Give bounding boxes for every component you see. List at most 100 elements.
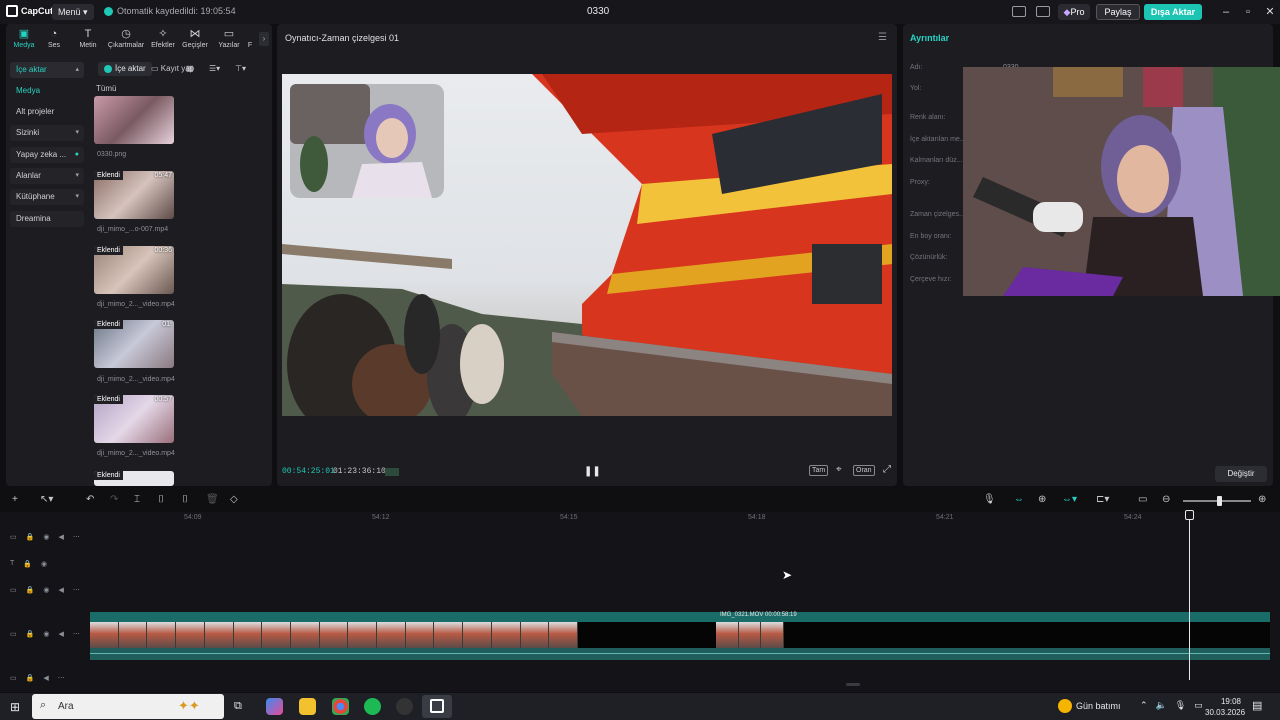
scrollbar[interactable] — [846, 683, 860, 686]
tab-filters[interactable]: F — [244, 28, 256, 50]
black-segment[interactable] — [784, 622, 1270, 648]
chrome-icon[interactable] — [332, 698, 349, 715]
volume-icon[interactable]: ◀ — [58, 630, 63, 638]
layout-icon[interactable] — [1012, 6, 1026, 17]
volume-icon[interactable]: ◀ — [58, 533, 63, 541]
volume-icon[interactable]: ◀ — [43, 674, 48, 682]
volume-icon[interactable]: ◀ — [58, 586, 63, 594]
sidebar-item-subprojects[interactable]: Alt projeler — [10, 104, 84, 120]
eye-icon[interactable]: ◉ — [41, 560, 47, 568]
share-button[interactable]: Paylaş — [1096, 4, 1140, 20]
sidebar-item-media[interactable]: Medya — [10, 83, 84, 99]
delete-icon[interactable]: 🗑 — [206, 494, 219, 505]
maximize-icon[interactable]: ▫ — [1240, 4, 1256, 20]
media-thumbnail[interactable]: Eklendi 01: — [94, 320, 174, 368]
sidebar-item-import[interactable]: İçe aktar ▴ — [10, 62, 84, 78]
media-thumbnail[interactable]: Eklendi 05:47 — [94, 171, 174, 219]
trim-right-icon[interactable]: ⌷ — [182, 494, 188, 505]
playhead-handle[interactable] — [1185, 510, 1194, 520]
copilot-app-icon[interactable] — [266, 698, 283, 715]
microphone-icon[interactable]: 🎙 — [1175, 700, 1186, 711]
video-preview[interactable] — [282, 74, 892, 416]
black-segment[interactable] — [578, 622, 716, 648]
eye-icon[interactable]: ◉ — [43, 586, 49, 594]
filter-icon[interactable]: ⊤▾ — [235, 62, 246, 76]
network-icon[interactable]: ▭ — [1194, 700, 1203, 711]
zoom-slider-handle[interactable] — [1217, 496, 1222, 506]
shortcut-icon[interactable] — [1036, 6, 1050, 17]
menu-lines-icon[interactable]: ☰ — [878, 32, 887, 43]
lock-icon[interactable]: 🔒 — [26, 630, 35, 638]
clock[interactable]: 19:08 30.03.2026 — [1205, 696, 1245, 718]
minimize-icon[interactable]: – — [1218, 4, 1234, 20]
sort-icon[interactable]: ☰▾ — [209, 62, 220, 76]
media-thumbnail[interactable]: Eklendi 00:57 — [94, 395, 174, 443]
media-thumbnail[interactable]: Eklendi 00:36 — [94, 246, 174, 294]
eye-icon[interactable]: ◉ — [43, 533, 49, 541]
screen-icon[interactable]: ▭ — [1138, 494, 1147, 505]
lock-icon[interactable]: 🔒 — [23, 560, 32, 568]
sidebar-item-dreamina[interactable]: Dreamina — [10, 211, 84, 227]
import-button[interactable]: İçe aktar — [98, 62, 152, 76]
timeline[interactable]: 54:09 54:12 54:15 54:18 54:21 54:24 ▭ 🔒 ◉ ◀… — [0, 510, 1280, 692]
media-thumbnail[interactable] — [94, 96, 174, 144]
more-icon[interactable]: ⋯ — [58, 674, 65, 682]
more-icon[interactable]: ⋯ — [73, 533, 80, 541]
sidebar-item-yours[interactable]: Sizinki ▾ — [10, 125, 84, 141]
undo-icon[interactable]: ↶ — [86, 494, 94, 505]
tab-audio[interactable]: ◔ Ses — [38, 28, 70, 50]
grid-view-icon[interactable]: ▦ — [186, 62, 194, 76]
video-clip-header[interactable] — [90, 612, 1270, 622]
more-icon[interactable]: ⋯ — [73, 630, 80, 638]
playhead[interactable] — [1189, 512, 1190, 680]
zoom-out-icon[interactable]: ⊖ — [1162, 494, 1170, 505]
speaker-icon[interactable]: 🔈 — [1156, 700, 1167, 711]
change-button[interactable]: Değiştir — [1215, 466, 1267, 482]
tab-media[interactable]: ▣ Medya — [8, 28, 40, 50]
magnet-icon[interactable]: ⇔▾ — [1062, 494, 1077, 505]
trim-left-icon[interactable]: ⌷ — [158, 494, 164, 505]
select-tool-icon[interactable]: ↖▾ — [40, 494, 53, 505]
close-icon[interactable]: ✕ — [1262, 4, 1278, 20]
zoom-in-icon[interactable]: ⊕ — [1258, 494, 1266, 505]
link-icon[interactable]: ⇔ — [1014, 494, 1024, 505]
split-icon[interactable]: ⌶ — [134, 494, 140, 505]
full-quality-button[interactable]: Tam — [809, 465, 829, 476]
fullscreen-icon[interactable]: ⤢ — [881, 465, 893, 476]
marker-icon[interactable]: ◇ — [230, 494, 238, 505]
pause-icon[interactable]: ❚❚ — [584, 466, 601, 477]
obs-icon[interactable] — [396, 698, 413, 715]
tab-captions[interactable]: ▭ Yazılar — [214, 28, 244, 50]
search-input[interactable]: ⌕ Ara ✦✦ — [32, 694, 224, 719]
weather-widget[interactable]: Gün batımı — [1058, 699, 1121, 713]
sidebar-item-ai[interactable]: Yapay zeka ... ● — [10, 147, 84, 163]
windows-start-icon[interactable]: ⊞ — [10, 700, 20, 714]
spotify-icon[interactable] — [364, 698, 381, 715]
preview-axis-icon[interactable]: ⊏▾ — [1096, 494, 1109, 505]
tab-transitions[interactable]: ⋈ Geçişler — [180, 28, 210, 50]
sidebar-item-spaces[interactable]: Alanlar ▾ — [10, 168, 84, 184]
redo-icon[interactable]: ↷ — [110, 494, 118, 505]
pro-button[interactable]: ◆Pro — [1058, 4, 1090, 20]
video-clip-frames[interactable] — [716, 622, 784, 648]
ratio-button[interactable]: Oran — [853, 465, 875, 476]
tab-effects[interactable]: ✧ Efektler — [148, 28, 178, 50]
snap-icon[interactable]: ⊕ — [1038, 494, 1046, 505]
microphone-icon[interactable]: 🎙 — [983, 494, 996, 505]
media-thumbnail[interactable]: Eklendi — [94, 471, 174, 486]
screenshot-icon[interactable]: ⌖ — [834, 465, 844, 476]
tab-text[interactable]: T Metin — [72, 28, 104, 50]
more-icon[interactable]: ⋯ — [73, 586, 80, 594]
lock-icon[interactable]: 🔒 — [26, 674, 35, 682]
export-button[interactable]: Dışa Aktar — [1144, 4, 1202, 20]
tab-stickers[interactable]: ◷ Çıkartmalar — [106, 28, 146, 50]
add-track-icon[interactable]: + — [12, 494, 18, 505]
menu-button[interactable]: Menü ▾ — [52, 4, 94, 20]
file-explorer-icon[interactable] — [299, 698, 316, 715]
lock-icon[interactable]: 🔒 — [26, 586, 35, 594]
video-clip-frames[interactable] — [90, 622, 578, 648]
task-view-icon[interactable]: ⧉ — [234, 700, 242, 713]
audio-clip[interactable] — [90, 648, 1270, 660]
lock-icon[interactable]: 🔒 — [26, 533, 35, 541]
sidebar-item-library[interactable]: Kütüphane ▾ — [10, 189, 84, 205]
